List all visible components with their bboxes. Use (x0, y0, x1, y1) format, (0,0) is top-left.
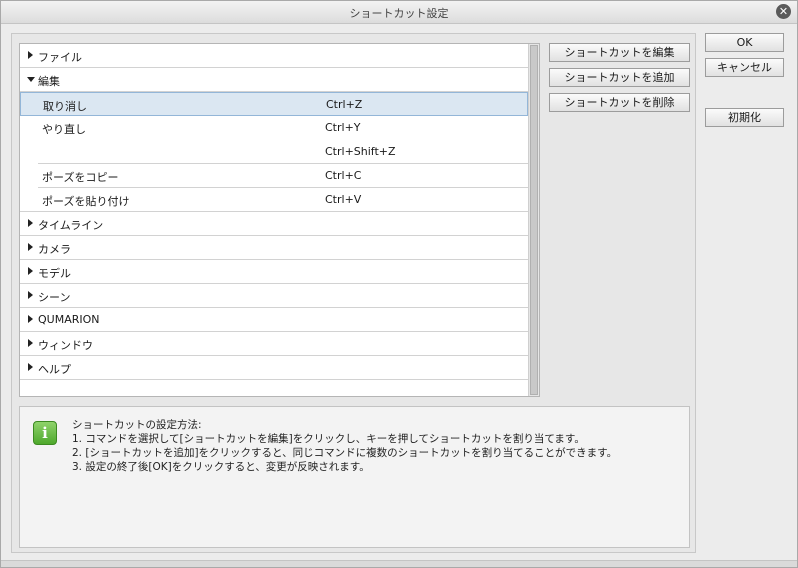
category-label: ヘルプ (38, 363, 71, 376)
expand-arrow-icon[interactable] (28, 339, 33, 347)
expand-arrow-icon[interactable] (28, 51, 33, 59)
info-line-2: 2. [ショートカットを追加]をクリックすると、同じコマンドに複数のショートカッ… (72, 447, 618, 459)
category-label: シーン (38, 291, 71, 304)
command-label: やり直し (42, 123, 86, 136)
add-shortcut-button[interactable]: ショートカットを追加 (549, 68, 690, 87)
tree-category-help[interactable]: ヘルプ (20, 356, 528, 380)
category-label: ウィンドウ (38, 339, 93, 352)
collapse-arrow-icon[interactable] (27, 77, 35, 82)
window-title: ショートカット設定 (349, 7, 449, 20)
shortcut-key: Ctrl+Z (326, 98, 363, 111)
title-bar: ショートカット設定 ✕ (1, 1, 797, 24)
info-heading: ショートカットの設定方法: (72, 419, 202, 431)
tree-category-file[interactable]: ファイル (20, 44, 528, 68)
tree-command-undo[interactable]: 取り消し Ctrl+Z (20, 92, 528, 116)
shortcut-key: Ctrl+Y (325, 121, 361, 134)
tree-category-model[interactable]: モデル (20, 260, 528, 284)
category-label: カメラ (38, 243, 71, 256)
delete-shortcut-button[interactable]: ショートカットを削除 (549, 93, 690, 112)
scrollbar-thumb[interactable] (530, 45, 538, 395)
command-label: 取り消し (43, 100, 87, 113)
expand-arrow-icon[interactable] (28, 315, 33, 323)
category-label: タイムライン (38, 219, 104, 232)
info-icon: i (33, 421, 57, 445)
info-line-3: 3. 設定の終了後[OK]をクリックすると、変更が反映されます。 (72, 461, 370, 473)
category-label: ファイル (38, 51, 82, 64)
cancel-button[interactable]: キャンセル (705, 58, 784, 77)
expand-arrow-icon[interactable] (28, 219, 33, 227)
command-label: ポーズをコピー (42, 171, 119, 184)
tree-category-qumarion[interactable]: QUMARION (20, 308, 528, 332)
close-icon[interactable]: ✕ (776, 4, 791, 19)
category-label: QUMARION (38, 313, 100, 326)
info-line-1: 1. コマンドを選択して[ショートカットを編集]をクリックし、キーを押してショー… (72, 433, 585, 445)
reset-button[interactable]: 初期化 (705, 108, 784, 127)
category-label: 編集 (38, 75, 60, 88)
tree-category-edit[interactable]: 編集 (20, 68, 528, 92)
expand-arrow-icon[interactable] (28, 291, 33, 299)
shortcut-settings-dialog: ショートカット設定 ✕ ファイル 編集 取り消し Ctrl+Z やり直し Ctr… (0, 0, 798, 568)
tree-category-camera[interactable]: カメラ (20, 236, 528, 260)
shortcut-tree[interactable]: ファイル 編集 取り消し Ctrl+Z やり直し Ctrl+Y Ctrl+Shi… (19, 43, 540, 397)
command-label: ポーズを貼り付け (42, 195, 130, 208)
bottom-edge (1, 560, 797, 567)
tree-category-scene[interactable]: シーン (20, 284, 528, 308)
tree-scrollbar[interactable] (528, 44, 539, 396)
shortcut-key: Ctrl+C (325, 169, 362, 182)
tree-command-paste-pose[interactable]: ポーズを貼り付け Ctrl+V (20, 188, 528, 212)
expand-arrow-icon[interactable] (28, 267, 33, 275)
tree-category-window[interactable]: ウィンドウ (20, 332, 528, 356)
tree-category-timeline[interactable]: タイムライン (20, 212, 528, 236)
tree-command-copy-pose[interactable]: ポーズをコピー Ctrl+C (38, 164, 528, 188)
category-label: モデル (38, 267, 71, 280)
shortcut-key: Ctrl+V (325, 193, 362, 206)
shortcut-key: Ctrl+Shift+Z (325, 145, 396, 158)
expand-arrow-icon[interactable] (28, 243, 33, 251)
expand-arrow-icon[interactable] (28, 363, 33, 371)
help-info-box: i ショートカットの設定方法: 1. コマンドを選択して[ショートカットを編集]… (19, 406, 690, 548)
edit-shortcut-button[interactable]: ショートカットを編集 (549, 43, 690, 62)
ok-button[interactable]: OK (705, 33, 784, 52)
tree-command-redo[interactable]: やり直し Ctrl+Y (20, 116, 528, 140)
tree-command-redo-alt[interactable]: Ctrl+Shift+Z (38, 140, 528, 164)
